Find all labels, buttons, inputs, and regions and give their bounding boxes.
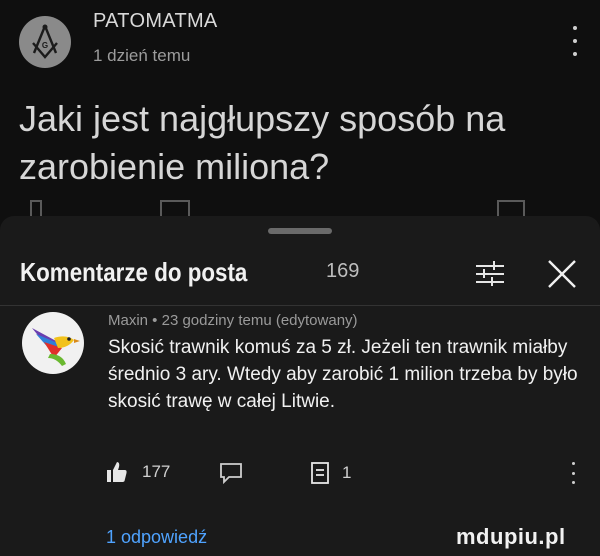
channel-avatar[interactable]: G xyxy=(19,16,71,68)
close-icon xyxy=(548,260,576,288)
sheet-title: Komentarze do posta xyxy=(20,257,248,287)
reply-button[interactable] xyxy=(218,460,244,486)
thumbs-up-icon xyxy=(107,462,127,482)
sort-button[interactable] xyxy=(472,258,508,290)
reply-bubble-icon xyxy=(220,463,242,485)
post-background: G PATOMATMA 1 dzień temu Jaki jest najgł… xyxy=(0,0,600,220)
sheet-drag-handle[interactable] xyxy=(268,228,332,234)
channel-name[interactable]: PATOMATMA xyxy=(93,10,218,33)
post-more-menu-icon[interactable] xyxy=(566,26,584,56)
sort-icon xyxy=(476,261,504,286)
sheet-header: Komentarze do posta 169 xyxy=(0,246,600,308)
comment-item: Maxin • 23 godziny temu (edytowany) Skos… xyxy=(0,312,600,552)
comment-count: 169 xyxy=(326,260,360,282)
bird-avatar-icon xyxy=(32,328,80,366)
watermark: mdupiu.pl xyxy=(456,524,566,549)
post-title: Jaki jest najgłupszy sposób na zarobieni… xyxy=(19,98,506,187)
like-count: 177 xyxy=(142,462,171,481)
close-button[interactable] xyxy=(542,254,582,294)
post-time: 1 dzień temu xyxy=(93,46,191,65)
save-button[interactable]: 1 xyxy=(310,460,351,486)
save-count: 1 xyxy=(342,463,352,482)
comment-meta: Maxin • 23 godziny temu (edytowany) xyxy=(108,312,358,329)
comment-more-menu-icon[interactable] xyxy=(568,462,578,484)
comments-sheet: Komentarze do posta 169 Maxin • 23 godzi… xyxy=(0,216,600,556)
comment-actions: 177 1 xyxy=(106,458,586,488)
masonic-compass-icon: G xyxy=(32,24,58,59)
like-button[interactable]: 177 xyxy=(106,458,170,486)
save-list-icon xyxy=(311,462,329,484)
header-divider xyxy=(0,305,600,306)
svg-text:G: G xyxy=(42,41,48,50)
commenter-avatar[interactable] xyxy=(22,312,84,374)
replies-link[interactable]: 1 odpowiedź xyxy=(106,527,207,548)
comment-text: Skosić trawnik komuś za 5 zł. Jeżeli ten… xyxy=(108,337,578,412)
